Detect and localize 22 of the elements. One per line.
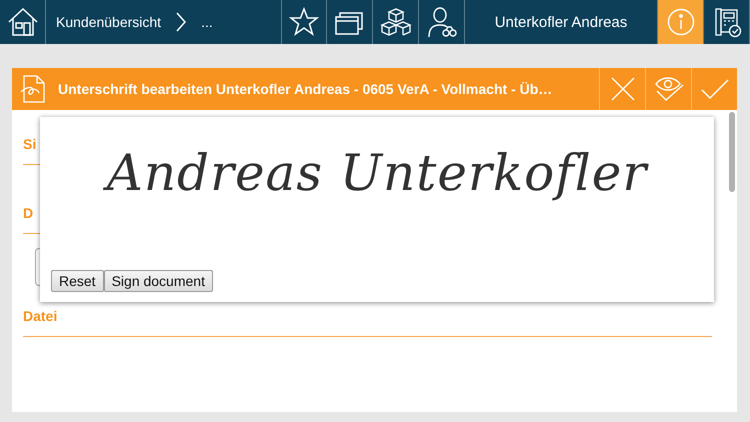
reset-button[interactable]: Reset <box>51 270 104 292</box>
info-button[interactable] <box>658 0 704 44</box>
cubes-icon <box>380 7 412 37</box>
breadcrumb-link[interactable]: ... <box>201 14 213 30</box>
close-icon <box>610 76 636 102</box>
star-icon <box>289 7 319 37</box>
person-icon <box>426 6 456 38</box>
sign-document-button[interactable]: Sign document <box>104 270 213 292</box>
signature-dialog[interactable]: Andreas Unterkofler Reset Sign document <box>40 117 714 302</box>
eye-check-icon <box>652 75 684 103</box>
section-label: Si <box>23 136 36 152</box>
scrollbar-thumb[interactable] <box>729 112 735 192</box>
chevron-right-icon <box>175 11 188 33</box>
favorites-button[interactable] <box>281 0 327 44</box>
section-label: Datei <box>23 308 58 324</box>
checkmark-icon <box>700 78 730 100</box>
section-label: D <box>23 205 34 221</box>
breadcrumb-link[interactable]: Kundenübersicht <box>56 14 162 30</box>
info-icon <box>666 8 694 36</box>
home-icon <box>6 7 38 37</box>
document-signature-icon <box>20 74 46 104</box>
dialog-title: Unterschrift bearbeiten Unterkofler Andreas - 0605 VerA - Vollmacht - Üb… <box>58 81 554 97</box>
